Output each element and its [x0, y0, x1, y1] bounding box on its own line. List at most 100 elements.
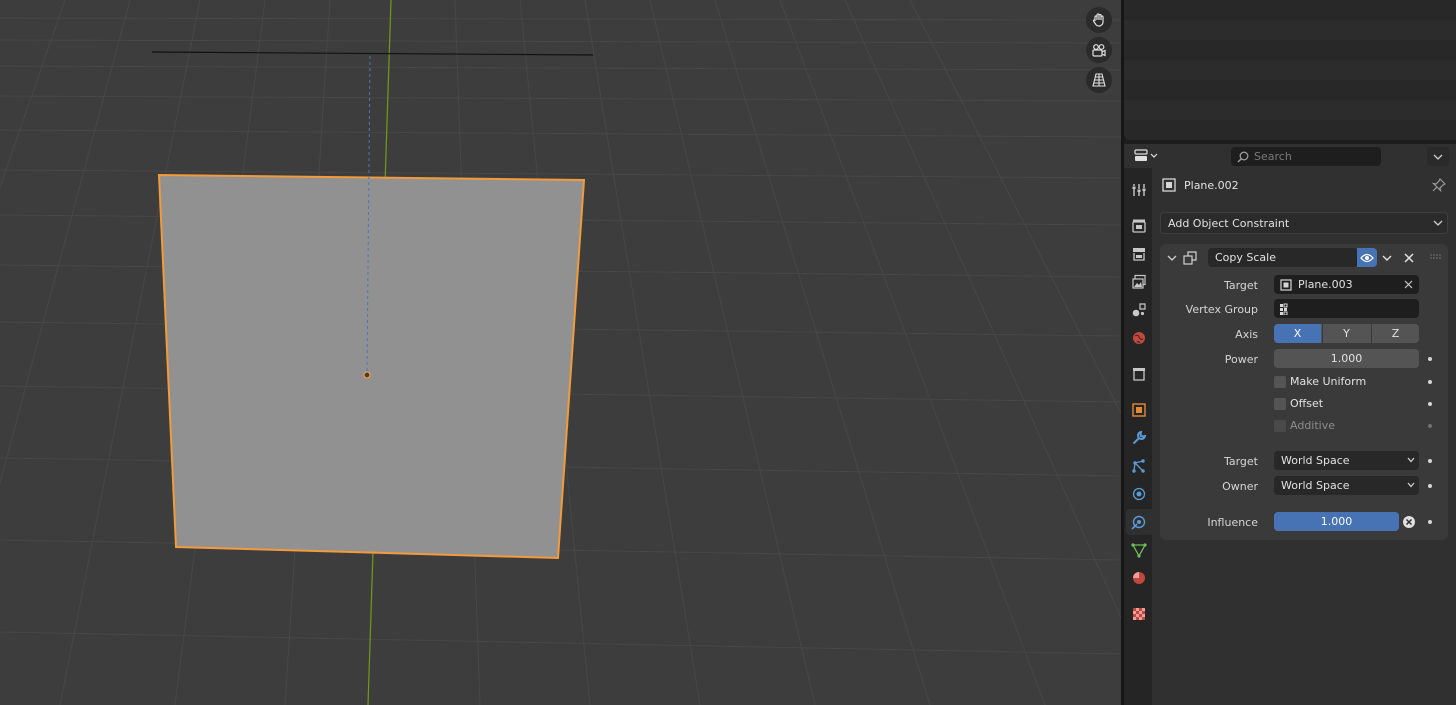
viewport-scene[interactable] — [0, 0, 1121, 705]
camera-view-icon[interactable] — [1086, 37, 1112, 63]
constraint-icon — [1131, 515, 1146, 530]
view-layer-icon — [1132, 274, 1146, 289]
outliner-row — [1124, 20, 1456, 40]
pan-hand-icon[interactable] — [1086, 7, 1112, 33]
tab-scene[interactable] — [1126, 297, 1152, 323]
properties-editor: Search Plane.002 Add Object Constraint C… — [1124, 144, 1456, 705]
object-icon — [1132, 403, 1146, 417]
tab-object[interactable] — [1126, 397, 1152, 423]
delete-constraint-close-icon[interactable] — [1403, 252, 1415, 264]
outliner-row — [1124, 0, 1456, 20]
editor-type-button[interactable] — [1130, 147, 1162, 165]
keyframe-dot-icon[interactable] — [1428, 424, 1432, 428]
tab-output[interactable] — [1126, 241, 1152, 267]
offset-checkbox[interactable] — [1274, 398, 1286, 410]
influence-value: 1.000 — [1320, 515, 1353, 528]
visibility-eye-icon[interactable] — [1357, 248, 1377, 267]
properties-header: Search — [1124, 144, 1456, 168]
target-space-label: Target — [1223, 455, 1258, 468]
target-object-value: Plane.003 — [1298, 278, 1353, 291]
target-object-field[interactable]: Plane.003 — [1274, 275, 1419, 294]
copy-scale-icon — [1183, 251, 1197, 265]
target-space-dropdown[interactable]: World Space — [1274, 451, 1419, 470]
chevron-down-icon — [1407, 457, 1415, 463]
wrench-icon — [1132, 430, 1147, 445]
keyframe-dot-icon[interactable] — [1428, 484, 1432, 488]
axis-z-label: Z — [1391, 327, 1400, 340]
collection-icon — [1133, 368, 1145, 381]
grid-perspective-icon[interactable] — [1086, 67, 1112, 93]
axis-z-toggle[interactable]: Z — [1371, 324, 1419, 343]
tab-material[interactable] — [1126, 565, 1152, 591]
collapse-chevron-icon[interactable] — [1167, 253, 1177, 263]
constraint-menu-chevron-icon[interactable] — [1381, 252, 1393, 264]
search-input[interactable]: Search — [1231, 147, 1381, 166]
make-uniform-label: Make Uniform — [1290, 375, 1367, 388]
chevron-down-icon — [1407, 482, 1415, 488]
pin-icon[interactable] — [1431, 177, 1447, 195]
offset-label: Offset — [1290, 397, 1324, 410]
outliner-row — [1124, 60, 1456, 80]
constraint-name: Copy Scale — [1215, 251, 1276, 264]
object-origin — [363, 371, 371, 379]
selected-plane[interactable] — [157, 173, 586, 560]
tool-icon — [1132, 184, 1146, 196]
axis-x-label: X — [1293, 327, 1302, 340]
keyframe-dot-icon[interactable] — [1428, 357, 1432, 361]
tab-physics[interactable] — [1126, 481, 1152, 507]
search-placeholder: Search — [1254, 150, 1292, 163]
constraint-panel-header: Copy Scale — [1160, 244, 1448, 272]
context-breadcrumb: Plane.002 — [1162, 178, 1239, 192]
disable-keep-transform-icon[interactable] — [1403, 516, 1415, 528]
tab-tool[interactable] — [1126, 177, 1152, 203]
tab-view-layer[interactable] — [1126, 269, 1152, 295]
keyframe-dot-icon[interactable] — [1428, 520, 1432, 524]
constraint-name-field[interactable]: Copy Scale — [1208, 248, 1358, 267]
tab-particles[interactable] — [1126, 453, 1152, 479]
constraints-content: Plane.002 Add Object Constraint Copy Sca… — [1152, 168, 1456, 705]
keyframe-dot-icon[interactable] — [1428, 380, 1432, 384]
axis-label: Axis — [1235, 328, 1258, 341]
vertex-group-field[interactable] — [1274, 299, 1419, 318]
properties-tabs — [1124, 168, 1152, 705]
axis-x-toggle[interactable]: X — [1274, 324, 1321, 343]
outliner-row — [1124, 120, 1456, 140]
search-icon — [1237, 151, 1249, 163]
axis-y-label: Y — [1343, 327, 1350, 340]
tab-constraints[interactable] — [1126, 509, 1152, 535]
tab-collection[interactable] — [1126, 361, 1152, 387]
drag-handle-icon[interactable] — [1430, 254, 1442, 262]
clear-target-icon[interactable] — [1404, 280, 1413, 289]
options-dropdown[interactable] — [1427, 147, 1449, 166]
tab-world[interactable] — [1126, 325, 1152, 351]
scene-icon — [1132, 303, 1146, 317]
add-object-constraint-dropdown[interactable]: Add Object Constraint — [1160, 212, 1448, 234]
3d-viewport[interactable] — [0, 0, 1121, 705]
keyframe-dot-icon[interactable] — [1428, 402, 1432, 406]
object-name: Plane.002 — [1184, 178, 1239, 192]
additive-checkbox[interactable] — [1274, 420, 1286, 432]
physics-icon — [1132, 487, 1146, 501]
chevron-down-icon — [1433, 154, 1443, 160]
tab-render[interactable] — [1126, 213, 1152, 239]
owner-space-value: World Space — [1281, 479, 1350, 492]
tab-texture[interactable] — [1126, 601, 1152, 627]
world-icon — [1133, 332, 1145, 344]
tab-data[interactable] — [1126, 537, 1152, 563]
outliner[interactable] — [1124, 0, 1456, 140]
owner-space-dropdown[interactable]: World Space — [1274, 476, 1419, 495]
outliner-row — [1124, 100, 1456, 120]
additive-label: Additive — [1290, 419, 1335, 432]
power-field[interactable]: 1.000 — [1274, 349, 1419, 368]
vertex-group-icon — [1280, 303, 1288, 315]
tab-modifiers[interactable] — [1126, 425, 1152, 451]
make-uniform-checkbox[interactable] — [1274, 376, 1286, 388]
outliner-row — [1124, 40, 1456, 60]
vertex-group-label: Vertex Group — [1185, 303, 1258, 316]
keyframe-dot-icon[interactable] — [1428, 459, 1432, 463]
axis-y-toggle[interactable]: Y — [1322, 324, 1370, 343]
influence-slider[interactable]: 1.000 — [1274, 512, 1399, 531]
outliner-row — [1124, 80, 1456, 100]
render-icon — [1132, 219, 1146, 233]
material-icon — [1133, 572, 1145, 584]
